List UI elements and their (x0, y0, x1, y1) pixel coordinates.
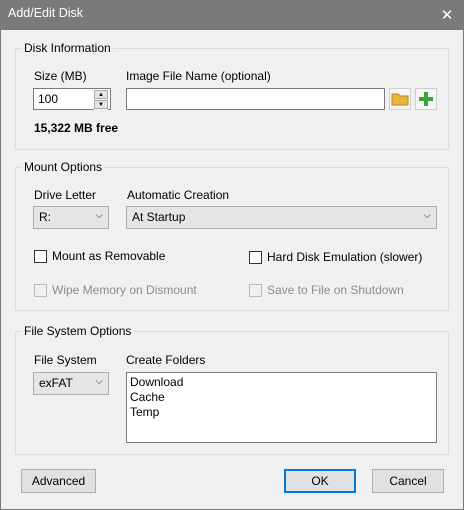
mount-removable-label: Mount as Removable (52, 249, 166, 263)
checkbox-box[interactable] (34, 249, 47, 263)
drive-letter-value: R: (39, 210, 51, 224)
size-value: 100 (38, 92, 59, 106)
chevron-down-icon: ⌵ (95, 210, 103, 221)
folder-line: Cache (130, 390, 165, 404)
folder-icon (391, 93, 409, 106)
ok-button[interactable]: OK (284, 469, 356, 493)
create-folders-label: Create Folders (126, 353, 206, 367)
mount-removable-checkbox[interactable]: Mount as Removable (34, 249, 165, 263)
window-title: Add/Edit Disk (8, 6, 84, 20)
plus-icon (419, 92, 433, 106)
spin-down-icon[interactable]: ▼ (94, 100, 108, 109)
disk-information-title: Disk Information (22, 41, 113, 55)
file-system-label: File System (34, 353, 97, 367)
checkbox-box (34, 283, 47, 297)
add-image-button[interactable] (415, 88, 437, 110)
chevron-down-icon: ⌵ (423, 210, 431, 221)
mount-options-title: Mount Options (22, 160, 105, 174)
wipe-memory-label: Wipe Memory on Dismount (52, 283, 197, 297)
drive-letter-label: Drive Letter (34, 188, 97, 202)
file-system-select[interactable]: exFAT ⌵ (33, 372, 109, 395)
browse-folder-button[interactable] (389, 88, 411, 110)
automatic-creation-label: Automatic Creation (127, 188, 230, 202)
spin-up-icon[interactable]: ▲ (94, 90, 108, 99)
chevron-down-icon: ⌵ (95, 376, 103, 387)
image-file-input[interactable] (126, 88, 385, 110)
checkbox-box[interactable] (249, 250, 262, 264)
size-label: Size (MB) (34, 69, 87, 83)
drive-letter-select[interactable]: R: ⌵ (33, 206, 109, 229)
automatic-creation-select[interactable]: At Startup ⌵ (126, 206, 437, 229)
folder-line: Download (130, 375, 184, 389)
hdd-emulation-label: Hard Disk Emulation (slower) (267, 250, 423, 264)
checkbox-box (249, 283, 262, 297)
create-folders-textarea[interactable]: Download Cache Temp (126, 372, 437, 443)
file-system-options-title: File System Options (22, 324, 134, 338)
folder-line: Temp (130, 405, 160, 419)
automatic-creation-value: At Startup (132, 210, 186, 224)
file-system-value: exFAT (39, 376, 73, 390)
size-spinner[interactable]: ▲ ▼ (94, 90, 108, 110)
save-to-file-checkbox: Save to File on Shutdown (249, 283, 404, 297)
close-icon[interactable]: ✕ (430, 0, 464, 30)
save-to-file-label: Save to File on Shutdown (267, 283, 404, 297)
cancel-button[interactable]: Cancel (372, 469, 444, 493)
image-file-label: Image File Name (optional) (126, 69, 271, 83)
wipe-memory-checkbox: Wipe Memory on Dismount (34, 283, 197, 297)
free-space-text: 15,322 MB free (34, 121, 119, 135)
hdd-emulation-checkbox[interactable]: Hard Disk Emulation (slower) (249, 250, 422, 264)
title-bar: Add/Edit Disk ✕ (0, 0, 464, 30)
advanced-button[interactable]: Advanced (21, 469, 96, 493)
